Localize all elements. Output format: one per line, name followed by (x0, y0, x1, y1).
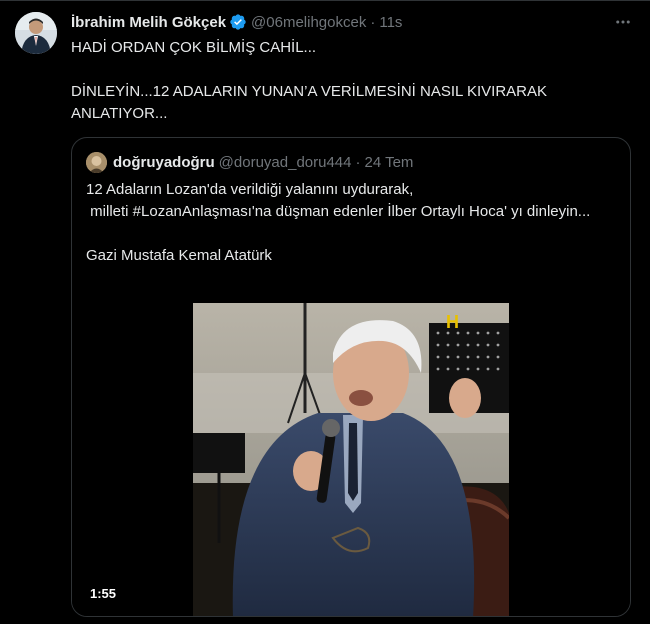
author-name[interactable]: İbrahim Melih Gökçek (71, 14, 226, 31)
quoted-text: 12 Adaların Lozan'da verildiği yalanını … (86, 181, 591, 264)
watermark-logo: H (446, 312, 459, 332)
more-horizontal-icon[interactable] (614, 13, 632, 36)
author-handle[interactable]: @06melihgokcek (251, 14, 366, 31)
video-thumbnail: H (193, 303, 509, 616)
video-frame[interactable]: H (193, 303, 509, 616)
tweet[interactable]: İbrahim Melih Gökçek @06melihgokcek · 11… (0, 0, 650, 624)
quoted-avatar-image (86, 151, 107, 173)
separator-dot: · (370, 13, 376, 31)
video-duration: 1:55 (90, 586, 117, 601)
quoted-author-avatar[interactable] (86, 151, 107, 173)
quoted-author-handle[interactable]: @doruyad_doru444 (219, 154, 352, 171)
author-avatar[interactable] (15, 12, 57, 54)
quoted-author-name[interactable]: doğruyadoğru (113, 154, 215, 171)
tweet-text: HADİ ORDAN ÇOK BİLMİŞ CAHİL... DİNLEYİN.… (71, 39, 547, 122)
quoted-separator-dot: · (355, 153, 361, 171)
tweet-timestamp[interactable]: 11s (379, 14, 402, 31)
author-avatar-image (15, 12, 57, 54)
quoted-date[interactable]: 24 Tem (365, 154, 414, 171)
verified-badge-icon (230, 14, 246, 30)
video-player[interactable]: H 1:55 (72, 303, 630, 616)
quoted-tweet[interactable]: doğruyadoğru @doruyad_doru444 · 24 Tem 1… (71, 137, 631, 617)
